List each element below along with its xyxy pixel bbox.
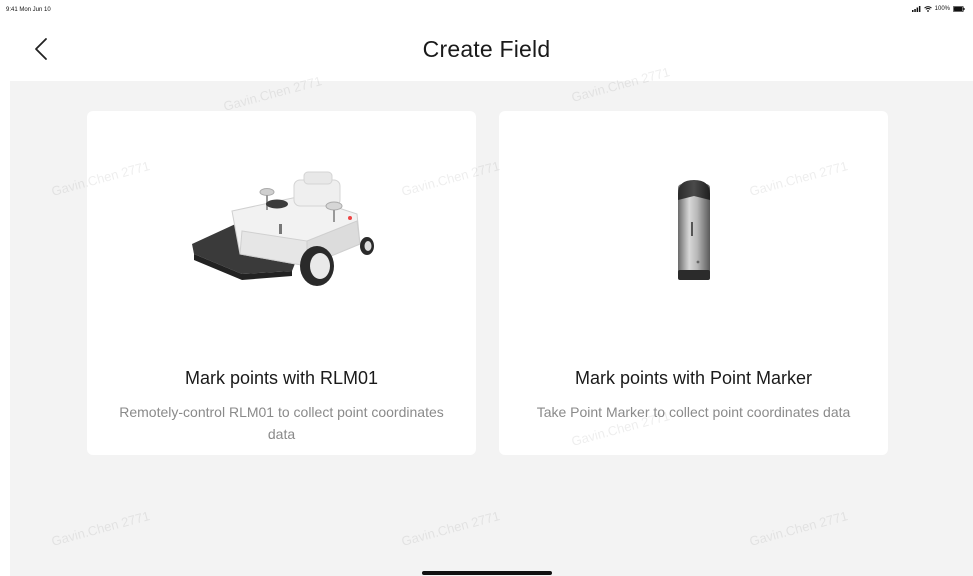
status-bar: 9:41 Mon Jun 10 100% <box>0 0 973 24</box>
header: Create Field <box>0 24 973 81</box>
status-time: 9:41 Mon Jun 10 <box>6 7 51 13</box>
wifi-icon <box>923 6 932 12</box>
rlm01-option-description: Remotely-control RLM01 to collect point … <box>119 404 444 442</box>
watermark: Gavin.Chen 2771 <box>399 508 502 549</box>
watermark: Gavin.Chen 2771 <box>747 508 850 549</box>
content-area: Mark points with RLM01 Remotely-control … <box>10 64 973 576</box>
home-indicator[interactable] <box>422 571 552 575</box>
point-marker-option-title: Mark points with Point Marker <box>574 368 813 388</box>
rlm01-option-card[interactable]: Mark points with RLM01 Remotely-control … <box>87 111 476 455</box>
battery-text: 100% <box>934 6 950 12</box>
status-icons: 100% <box>911 6 965 12</box>
page-title: Create Field <box>422 36 551 62</box>
point-marker-option-description: Take Point Marker to collect point coord… <box>536 404 851 420</box>
watermark: Gavin.Chen 2771 <box>49 508 152 549</box>
point-marker-option-card[interactable]: Mark points with Point Marker Take Point… <box>499 111 888 455</box>
rlm01-robot-image <box>87 151 476 311</box>
point-marker-device-image <box>499 151 888 311</box>
rlm01-option-title: Mark points with RLM01 <box>184 368 379 388</box>
signal-icon <box>911 6 921 12</box>
battery-icon <box>953 6 965 12</box>
